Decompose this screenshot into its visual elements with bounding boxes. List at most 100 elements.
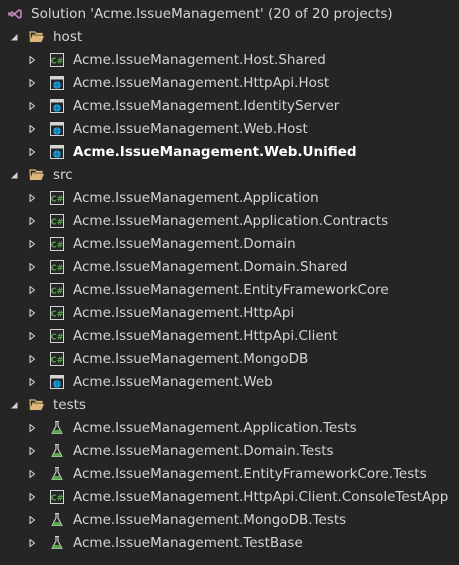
project-label: Acme.IssueManagement.Domain.Shared (73, 259, 348, 275)
project-node[interactable]: Acme.IssueManagement.MongoDB.Tests (0, 509, 459, 531)
project-label: Acme.IssueManagement.EntityFrameworkCore… (73, 466, 427, 482)
csharp-project-icon: C# (49, 351, 65, 367)
project-node[interactable]: Acme.IssueManagement.HttpApi.Host (0, 72, 459, 94)
collapsed-arrow-icon[interactable] (26, 187, 38, 209)
project-node[interactable]: Acme.IssueManagement.Web (0, 371, 459, 393)
svg-text:C#: C# (51, 218, 64, 227)
collapsed-arrow-icon[interactable] (26, 95, 38, 117)
folder-node-tests[interactable]: tests (0, 394, 459, 416)
test-project-icon (49, 466, 65, 482)
folder-label: src (53, 167, 73, 183)
project-label: Acme.IssueManagement.Web (73, 374, 273, 390)
project-node[interactable]: Acme.IssueManagement.TestBase (0, 532, 459, 554)
csharp-project-icon: C# (49, 190, 65, 206)
web-project-icon (49, 98, 65, 114)
test-project-icon (49, 420, 65, 436)
collapsed-arrow-icon[interactable] (26, 256, 38, 278)
collapsed-arrow-icon[interactable] (26, 118, 38, 140)
folder-node-src[interactable]: src (0, 164, 459, 186)
test-project-icon (49, 512, 65, 528)
folder-label: host (53, 29, 83, 45)
web-project-icon (49, 374, 65, 390)
project-label: Acme.IssueManagement.Web.Unified (73, 144, 357, 160)
svg-text:C#: C# (51, 494, 64, 503)
csharp-project-icon: C# (49, 328, 65, 344)
csharp-project-icon: C# (49, 213, 65, 229)
test-project-icon (49, 535, 65, 551)
project-node[interactable]: C# Acme.IssueManagement.HttpApi.Client (0, 325, 459, 347)
collapsed-arrow-icon[interactable] (26, 49, 38, 71)
collapsed-arrow-icon[interactable] (26, 302, 38, 324)
project-node[interactable]: Acme.IssueManagement.EntityFrameworkCore… (0, 463, 459, 485)
solution-label: Solution 'Acme.IssueManagement' (20 of 2… (31, 6, 393, 22)
folder-open-icon (29, 397, 45, 413)
project-label: Acme.IssueManagement.Domain (73, 236, 296, 252)
project-node[interactable]: Acme.IssueManagement.Domain.Tests (0, 440, 459, 462)
project-node[interactable]: C# Acme.IssueManagement.Application (0, 187, 459, 209)
svg-text:C#: C# (51, 57, 64, 66)
svg-text:C#: C# (51, 264, 64, 273)
project-label: Acme.IssueManagement.HttpApi.Client (73, 328, 338, 344)
solution-explorer-tree: Solution 'Acme.IssueManagement' (20 of 2… (0, 0, 459, 565)
test-project-icon (49, 443, 65, 459)
csharp-project-icon: C# (49, 259, 65, 275)
project-node[interactable]: C# Acme.IssueManagement.EntityFrameworkCo… (0, 279, 459, 301)
collapsed-arrow-icon[interactable] (26, 486, 38, 508)
project-label: Acme.IssueManagement.EntityFrameworkCore (73, 282, 389, 298)
collapsed-arrow-icon[interactable] (26, 72, 38, 94)
project-label: Acme.IssueManagement.Web.Host (73, 121, 308, 137)
solution-node[interactable]: Solution 'Acme.IssueManagement' (20 of 2… (0, 3, 459, 25)
project-node[interactable]: C# Acme.IssueManagement.HttpApi (0, 302, 459, 324)
expanded-arrow-icon[interactable] (8, 26, 20, 48)
project-label: Acme.IssueManagement.MongoDB (73, 351, 309, 367)
svg-text:C#: C# (51, 333, 64, 342)
collapsed-arrow-icon[interactable] (26, 141, 38, 163)
project-node[interactable]: Acme.IssueManagement.Application.Tests (0, 417, 459, 439)
project-label: Acme.IssueManagement.Host.Shared (73, 52, 326, 68)
project-node[interactable]: Acme.IssueManagement.Web.Host (0, 118, 459, 140)
expanded-arrow-icon[interactable] (8, 164, 20, 186)
project-label: Acme.IssueManagement.Application.Tests (73, 420, 357, 436)
project-label: Acme.IssueManagement.MongoDB.Tests (73, 512, 347, 528)
collapsed-arrow-icon[interactable] (26, 417, 38, 439)
project-label: Acme.IssueManagement.TestBase (73, 535, 303, 551)
collapsed-arrow-icon[interactable] (26, 348, 38, 370)
svg-text:C#: C# (51, 287, 64, 296)
csharp-project-icon: C# (49, 489, 65, 505)
csharp-project-icon: C# (49, 282, 65, 298)
collapsed-arrow-icon[interactable] (26, 509, 38, 531)
collapsed-arrow-icon[interactable] (26, 532, 38, 554)
csharp-project-icon: C# (49, 52, 65, 68)
collapsed-arrow-icon[interactable] (26, 325, 38, 347)
project-label: Acme.IssueManagement.HttpApi.Host (73, 75, 330, 91)
folder-node-host[interactable]: host (0, 26, 459, 48)
svg-text:C#: C# (51, 195, 64, 204)
project-label: Acme.IssueManagement.Application (73, 190, 319, 206)
project-label: Acme.IssueManagement.Domain.Tests (73, 443, 334, 459)
folder-open-icon (29, 167, 45, 183)
project-node[interactable]: C# Acme.IssueManagement.Domain (0, 233, 459, 255)
svg-text:C#: C# (51, 241, 64, 250)
project-label: Acme.IssueManagement.IdentityServer (73, 98, 340, 114)
collapsed-arrow-icon[interactable] (26, 279, 38, 301)
project-node[interactable]: C# Acme.IssueManagement.HttpApi.Client.Co… (0, 486, 459, 508)
svg-text:C#: C# (51, 310, 64, 319)
collapsed-arrow-icon[interactable] (26, 233, 38, 255)
project-node[interactable]: Acme.IssueManagement.Web.Unified (0, 141, 459, 163)
project-label: Acme.IssueManagement.HttpApi.Client.Cons… (73, 489, 449, 505)
project-node[interactable]: C# Acme.IssueManagement.Domain.Shared (0, 256, 459, 278)
project-label: Acme.IssueManagement.HttpApi (73, 305, 295, 321)
folder-open-icon (29, 29, 45, 45)
expanded-arrow-icon[interactable] (8, 394, 20, 416)
web-project-icon (49, 121, 65, 137)
project-node[interactable]: Acme.IssueManagement.IdentityServer (0, 95, 459, 117)
project-node[interactable]: C# Acme.IssueManagement.Application.Contr… (0, 210, 459, 232)
collapsed-arrow-icon[interactable] (26, 463, 38, 485)
svg-text:C#: C# (51, 356, 64, 365)
collapsed-arrow-icon[interactable] (26, 210, 38, 232)
project-node[interactable]: C# Acme.IssueManagement.MongoDB (0, 348, 459, 370)
project-node[interactable]: C# Acme.IssueManagement.Host.Shared (0, 49, 459, 71)
collapsed-arrow-icon[interactable] (26, 440, 38, 462)
csharp-project-icon: C# (49, 236, 65, 252)
collapsed-arrow-icon[interactable] (26, 371, 38, 393)
